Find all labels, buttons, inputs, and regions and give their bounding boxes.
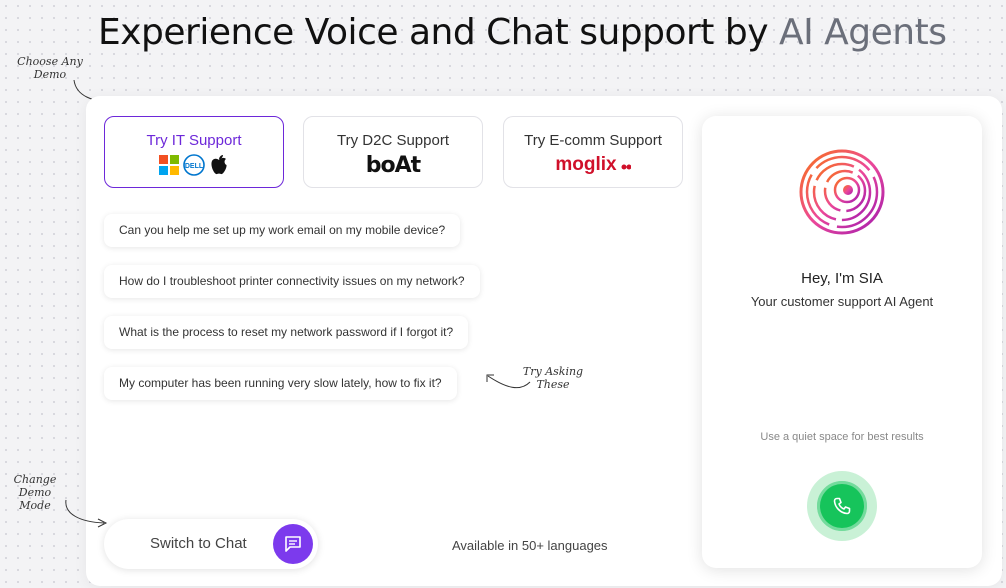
switch-to-chat-label: Switch to Chat: [150, 535, 247, 552]
annotation-arrow-mode: [65, 499, 108, 528]
suggested-question[interactable]: What is the process to reset my network …: [104, 316, 469, 349]
start-call-button[interactable]: [807, 471, 877, 541]
demo-card-d2c-support[interactable]: Try D2C Support boAt: [303, 116, 483, 188]
demo-card-label: Try D2C Support: [337, 132, 449, 149]
annotation-line: Choose Any: [17, 55, 83, 68]
chat-icon[interactable]: [273, 524, 313, 564]
sia-agent-logo-icon: [799, 149, 885, 235]
agent-greeting: Hey, I'm SIA: [801, 270, 883, 287]
annotation-change-mode: Change Demo Mode: [2, 473, 68, 512]
moglix-dots-icon: [621, 164, 631, 170]
demo-card-ecomm-support[interactable]: Try E-comm Support moglix: [503, 116, 683, 188]
demo-card-label: Try E-comm Support: [524, 132, 662, 149]
demo-card-it-support[interactable]: Try IT Support DELL: [104, 116, 284, 188]
annotation-line: Change: [13, 473, 57, 486]
suggested-question[interactable]: Can you help me set up my work email on …: [104, 214, 461, 247]
headline-main: Experience Voice and Chat support by: [98, 12, 779, 53]
languages-note: Available in 50+ languages: [452, 538, 608, 553]
agent-card: Hey, I'm SIA Your customer support AI Ag…: [702, 116, 982, 568]
boat-logo: boAt: [304, 152, 482, 178]
moglix-logo-text: moglix: [555, 154, 617, 175]
phone-icon[interactable]: [817, 481, 867, 531]
svg-text:DELL: DELL: [185, 163, 204, 170]
switch-to-chat-button[interactable]: Switch to Chat: [104, 519, 318, 569]
boat-logo-text: boAt: [365, 152, 421, 178]
page-headline: Experience Voice and Chat support by AI …: [98, 12, 947, 53]
annotation-line: Demo Mode: [18, 486, 52, 512]
it-brand-logos: DELL: [105, 153, 283, 177]
headline-accent: AI Agents: [778, 12, 947, 53]
demo-card-label: Try IT Support: [146, 132, 242, 149]
agent-hint: Use a quiet space for best results: [760, 431, 924, 443]
annotation-arrow-try: [486, 374, 531, 389]
suggested-question[interactable]: My computer has been running very slow l…: [104, 367, 457, 400]
microsoft-logo-icon: [159, 155, 179, 175]
agent-subtitle: Your customer support AI Agent: [750, 294, 934, 309]
apple-logo-icon: [211, 155, 227, 175]
moglix-logo: moglix: [504, 153, 682, 177]
dell-logo-icon: DELL: [183, 154, 205, 176]
suggested-question[interactable]: How do I troubleshoot printer connectivi…: [104, 265, 480, 298]
